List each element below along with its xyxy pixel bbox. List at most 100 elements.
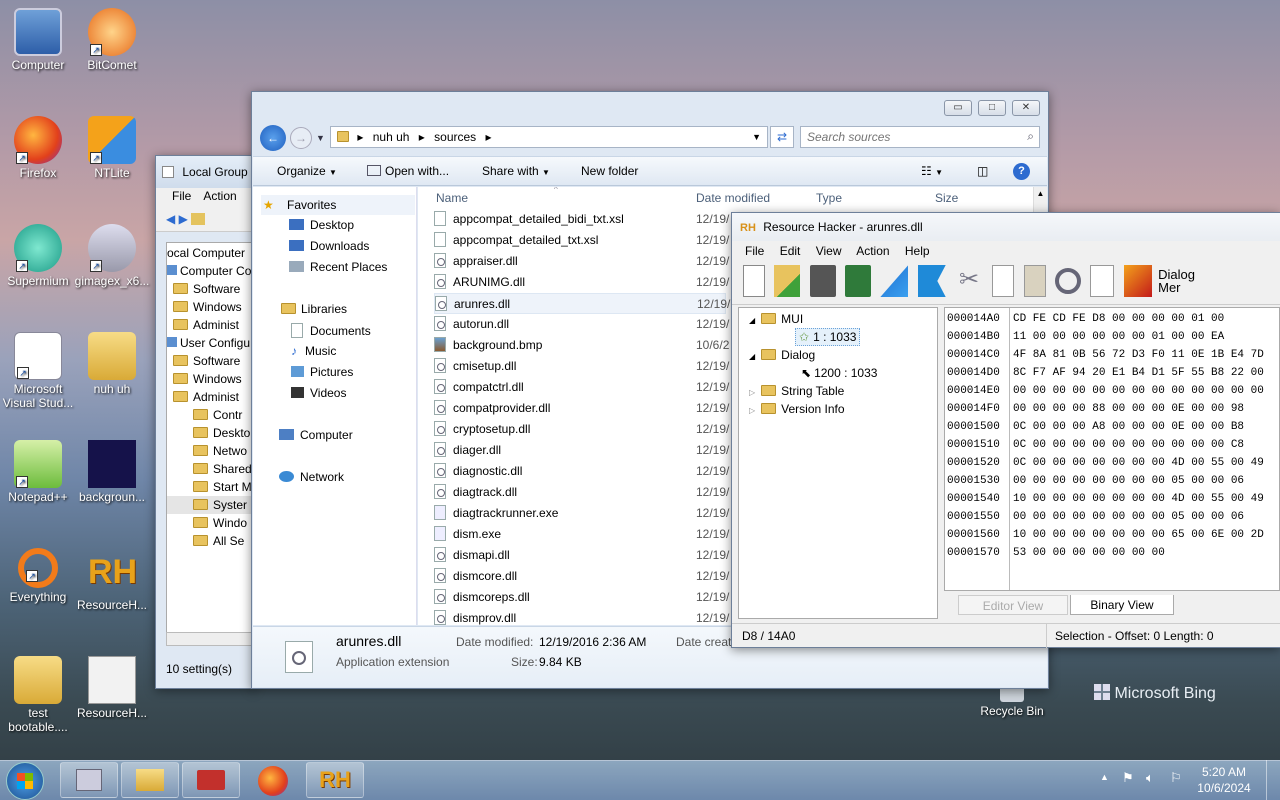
file-row[interactable]: diagtrackrunner.exe 12/19/ (434, 503, 729, 524)
taskbar-resource-hacker[interactable]: RH (306, 762, 364, 798)
file-row[interactable]: dism.exe 12/19/ (434, 524, 729, 545)
refresh-button[interactable]: ⇄ (770, 126, 794, 148)
hex-bytes[interactable]: 10 00 00 00 00 00 00 00 4D 00 55 00 49 (1013, 493, 1264, 505)
nav-libraries[interactable]: Libraries (281, 302, 347, 316)
save-icon[interactable] (809, 265, 836, 297)
column-header-size[interactable]: Size (935, 187, 958, 209)
action-center-icon[interactable]: ⚑ (1122, 770, 1134, 786)
file-row[interactable]: diager.dll 12/19/ (434, 440, 729, 461)
close-button[interactable]: ✕ (1012, 100, 1040, 116)
file-row[interactable]: cmisetup.dll 12/19/ (434, 356, 729, 377)
address-dropdown-icon[interactable]: ▼ (752, 127, 761, 147)
file-row[interactable]: cryptosetup.dll 12/19/ (434, 419, 729, 440)
nav-network[interactable]: Network (279, 470, 344, 484)
hex-bytes[interactable]: 00 00 00 00 00 00 00 00 00 00 00 00 00 (1013, 385, 1264, 397)
file-row[interactable]: background.bmp 10/6/2 (434, 335, 729, 356)
desktop-icon-resourcehacker-2[interactable]: ResourceH... (74, 656, 150, 720)
back-arrow-icon[interactable]: ◀ (166, 212, 175, 226)
hex-bytes[interactable]: 4F 8A 81 0B 56 72 D3 F0 11 0E 1B E4 7D (1013, 349, 1264, 361)
desktop-icon-computer[interactable]: Computer (0, 8, 76, 72)
show-hidden-icons-icon[interactable]: ▲ (1100, 772, 1109, 782)
file-row[interactable]: appcompat_detailed_bidi_txt.xsl 12/19/ (434, 209, 729, 230)
nav-downloads[interactable]: Downloads (289, 239, 369, 253)
horizontal-scrollbar[interactable] (166, 632, 254, 646)
folder-up-icon[interactable] (191, 213, 206, 225)
tree-item[interactable]: All Se (167, 532, 253, 550)
taskbar-gpedit[interactable] (60, 762, 118, 798)
desktop-icon-visual-studio[interactable]: ↗ Microsoft Visual Stud... (0, 332, 76, 410)
menu-file[interactable]: File (745, 244, 764, 258)
hex-bytes[interactable]: 00 00 00 00 00 00 00 00 05 00 00 06 (1013, 475, 1244, 487)
show-desktop-button[interactable] (1266, 760, 1280, 800)
desktop-icon-supermium[interactable]: ↗ Supermium (0, 224, 76, 288)
recent-pages-chevron-icon[interactable]: ▼ (316, 133, 325, 143)
cut-icon[interactable]: ✂ (955, 265, 983, 297)
menu-action[interactable]: Action (203, 189, 236, 203)
desktop-icon-gimagex[interactable]: ↗ gimagex_x6... (74, 224, 150, 288)
title-bar[interactable]: Local Group (156, 156, 254, 188)
file-row[interactable]: compatctrl.dll 12/19/ (434, 377, 729, 398)
search-box[interactable]: ⌕ (800, 126, 1040, 148)
tree-item[interactable]: Shared (167, 460, 253, 478)
open-file-icon[interactable] (774, 265, 801, 297)
menu-help[interactable]: Help (905, 244, 930, 258)
file-row[interactable]: diagtrack.dll 12/19/ (434, 482, 729, 503)
tree-item[interactable]: Start M (167, 478, 253, 496)
hex-bytes[interactable]: 0C 00 00 00 00 00 00 00 00 00 00 C8 (1013, 439, 1244, 451)
tree-item[interactable]: Windo (167, 514, 253, 532)
hex-bytes[interactable]: 53 00 00 00 00 00 00 00 (1013, 547, 1165, 559)
file-row[interactable]: appraiser.dll 12/19/ (434, 251, 729, 272)
maximize-button[interactable]: □ (978, 100, 1006, 116)
tree-item[interactable]: Windows (167, 370, 253, 388)
desktop-icon-test-bootable[interactable]: test bootable.... (0, 656, 76, 734)
hex-bytes[interactable]: 00 00 00 00 00 00 00 00 05 00 00 06 (1013, 511, 1244, 523)
hex-bytes[interactable]: 0C 00 00 00 00 00 00 00 4D 00 55 00 49 (1013, 457, 1264, 469)
hex-bytes[interactable]: 8C F7 AF 94 20 E1 B4 D1 5F 55 B8 22 00 (1013, 367, 1264, 379)
tree-node-mui[interactable]: ◢ MUI (749, 312, 803, 326)
file-row[interactable]: dismapi.dll 12/19/ (434, 545, 729, 566)
forward-arrow-icon[interactable]: ▶ (179, 212, 188, 226)
nav-computer[interactable]: Computer (279, 428, 353, 442)
nav-documents[interactable]: Documents (291, 323, 371, 338)
new-folder-button[interactable]: New folder (581, 157, 638, 185)
file-row[interactable]: ARUNIMG.dll 12/19/ (434, 272, 729, 293)
taskbar-toolbox[interactable] (182, 762, 240, 798)
file-row[interactable]: dismcoreps.dll 12/19/ (434, 587, 729, 608)
title-bar[interactable]: ▭ □ ✕ (252, 92, 1048, 124)
share-with-button[interactable]: Share with ▼ (482, 157, 550, 187)
organize-button[interactable]: Organize ▼ (277, 157, 337, 187)
tree-item[interactable]: Administ (167, 388, 253, 406)
menu-file[interactable]: File (172, 189, 191, 203)
menu-action[interactable]: Action (856, 244, 889, 258)
tree-item[interactable]: Deskto (167, 424, 253, 442)
forward-button[interactable]: → (290, 127, 312, 149)
search-icon[interactable]: ⌕ (1027, 129, 1034, 144)
tree-item[interactable]: Administ (167, 316, 253, 334)
breadcrumb-nuh-uh[interactable]: nuh uh (373, 130, 410, 144)
desktop-icon-background[interactable]: backgroun... (74, 440, 150, 504)
scroll-up-icon[interactable]: ▲ (1034, 187, 1047, 201)
new-file-icon[interactable] (743, 265, 765, 297)
add-resource-icon[interactable] (1090, 265, 1115, 297)
tree-node-mui-1033[interactable]: ✩ 1 : 1033 (795, 328, 861, 346)
copy-icon[interactable] (992, 265, 1015, 297)
desktop-icon-resourcehacker[interactable]: RH ResourceH... (74, 548, 150, 612)
tree-item[interactable]: Software (167, 352, 253, 370)
file-row[interactable]: compatprovider.dll 12/19/ (434, 398, 729, 419)
compile-arrow-icon[interactable] (880, 265, 909, 297)
minimize-button[interactable]: ▭ (944, 100, 972, 116)
start-button[interactable] (6, 762, 44, 800)
menu-edit[interactable]: Edit (780, 244, 801, 258)
add-image-icon[interactable] (1123, 265, 1152, 297)
address-bar[interactable]: ▸ nuh uh ▸ sources ▸ ▼ (330, 126, 768, 148)
preview-pane-icon[interactable]: ◫ (977, 157, 988, 185)
search-input[interactable] (801, 127, 1011, 147)
hex-bytes[interactable]: 00 00 00 00 88 00 00 00 0E 00 00 98 (1013, 403, 1244, 415)
help-icon[interactable]: ? (1013, 163, 1030, 180)
tab-binary-view[interactable]: Binary View (1070, 595, 1174, 615)
resource-hacker-window[interactable]: RH Resource Hacker - arunres.dll File Ed… (731, 212, 1280, 648)
desktop-icon-bitcomet[interactable]: ↗ BitComet (74, 8, 150, 72)
column-header-date[interactable]: Date modified (696, 187, 770, 209)
save-as-icon[interactable] (845, 265, 872, 297)
file-row[interactable]: dismprov.dll 12/19/ (434, 608, 729, 625)
